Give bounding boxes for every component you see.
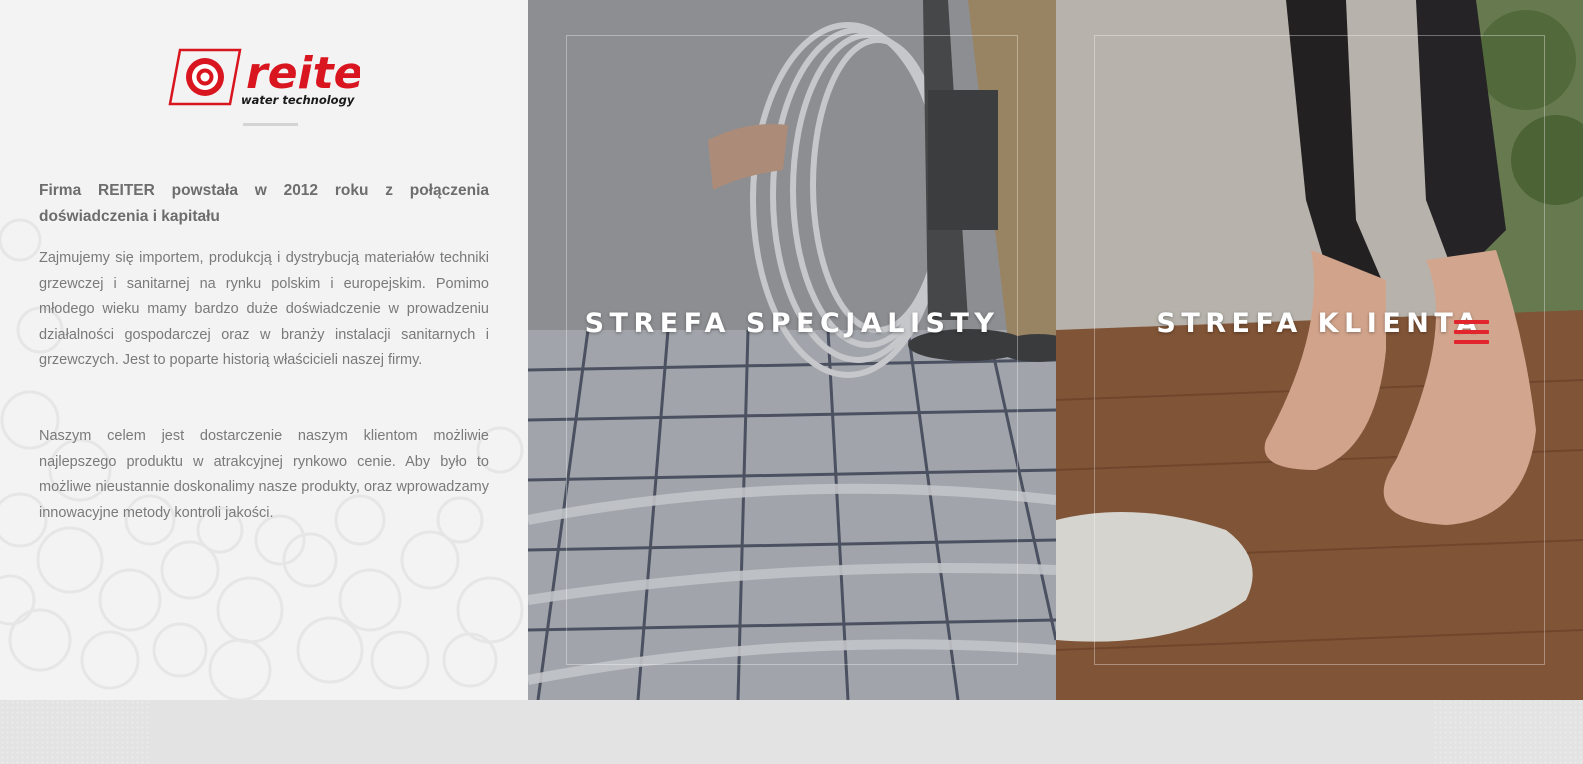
dot-pattern xyxy=(1433,700,1583,764)
about-paragraph: Zajmujemy się importem, produkcją i dyst… xyxy=(39,250,489,369)
about-paragraph: Naszym celem jest dostarczenie naszym kl… xyxy=(39,428,489,521)
logo-divider xyxy=(243,123,298,126)
client-zone-title: STREFA KLIENTA xyxy=(1156,308,1483,339)
menu-bar xyxy=(1454,330,1489,334)
zone-frame xyxy=(566,35,1018,665)
zone-frame xyxy=(1094,35,1545,665)
about-panel: reiter water technology Firma REITER pow… xyxy=(0,0,528,700)
about-heading: Firma REITER powstała w 2012 roku z połą… xyxy=(39,182,489,225)
hamburger-menu-icon[interactable] xyxy=(1454,320,1489,350)
logo-mark-icon xyxy=(168,48,242,106)
specialist-zone-link[interactable]: STREFA SPECJALISTY xyxy=(528,0,1056,700)
dot-pattern xyxy=(0,700,150,764)
specialist-zone-title: STREFA SPECJALISTY xyxy=(584,308,1000,339)
reiter-logo[interactable]: reiter water technology xyxy=(168,46,360,110)
menu-bar xyxy=(1454,340,1489,344)
client-zone-link[interactable]: STREFA KLIENTA xyxy=(1056,0,1583,700)
svg-text:reiter: reiter xyxy=(246,48,360,99)
footer-strip xyxy=(0,700,1583,764)
menu-bar xyxy=(1454,320,1489,324)
svg-text:water technology: water technology xyxy=(241,93,355,107)
